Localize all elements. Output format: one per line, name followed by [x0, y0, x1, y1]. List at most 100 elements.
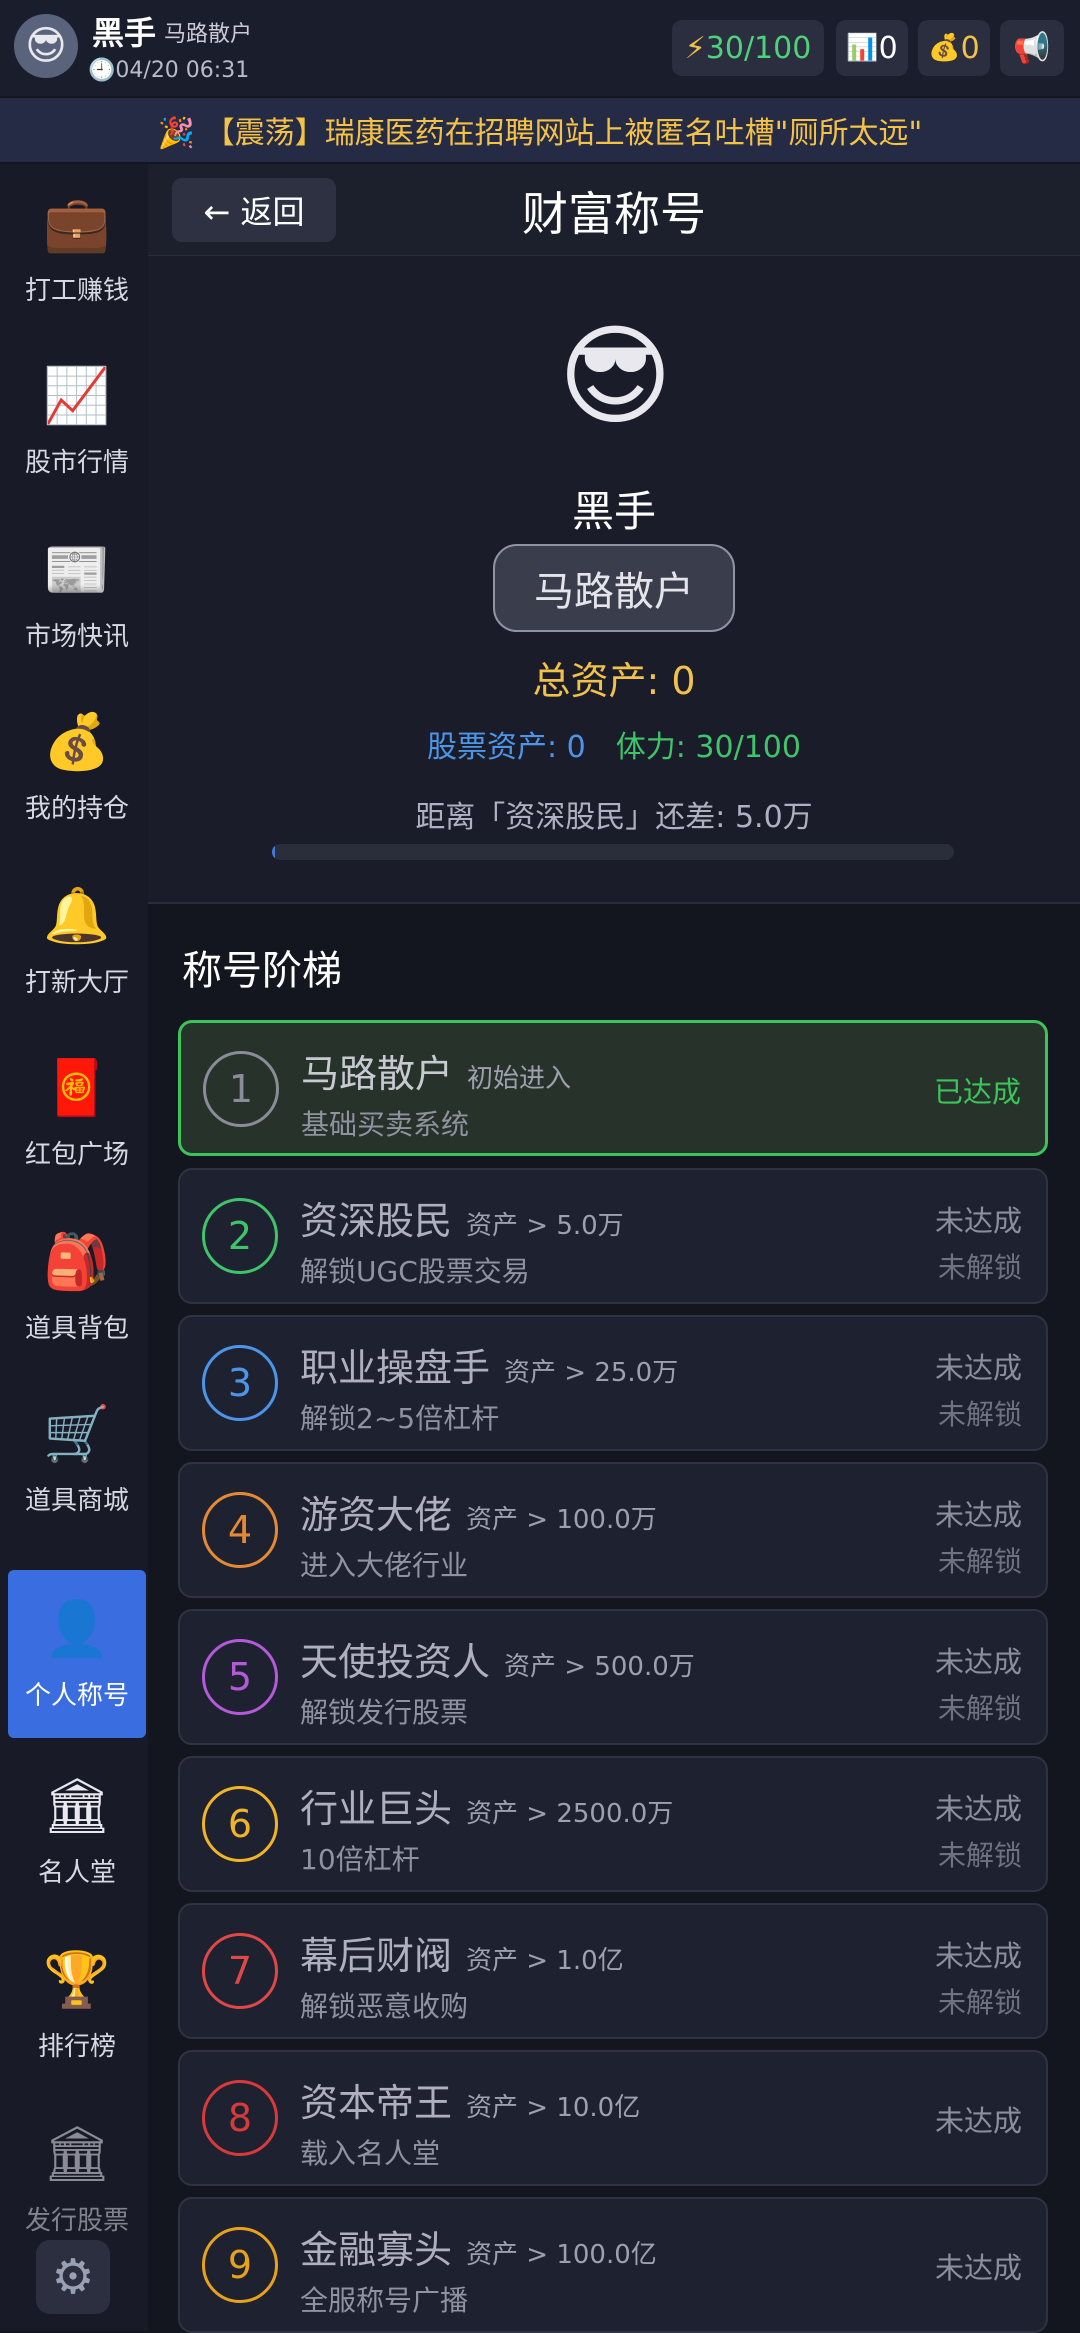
total-assets: 总资产: 0 — [532, 659, 696, 703]
gear-icon: ⚙ — [51, 2249, 95, 2305]
title-status: 未达成 — [934, 1939, 1022, 1973]
profile-card: 😎 黑手 马路散户 总资产: 0 股票资产: 0 体力: 30/100 距离「资深… — [148, 256, 1080, 904]
sidebar-item-label: 打工赚钱 — [24, 275, 129, 306]
rank-number: 1 — [203, 1051, 279, 1127]
title-status: 未达成 — [934, 1498, 1022, 1532]
progress-fill — [272, 844, 276, 860]
datetime: 🕘04/20 06:31 — [88, 58, 249, 83]
unlock-status: 未解锁 — [937, 1839, 1022, 1872]
title-name-text: 行业巨头 — [300, 1787, 453, 1831]
top-status-bar: 😎 黑手 马路散户 🕘04/20 06:31 ⚡ 30/100 📊 0 💰 0 📢 — [0, 0, 1080, 96]
sidebar-item-backpack[interactable]: 🎒 道具背包 — [8, 1202, 146, 1372]
main-panel: ← 返回 财富称号 😎 黑手 马路散户 总资产: 0 股票资产: 0 体力: 30… — [148, 164, 1080, 2333]
sidebar-item-red-envelope[interactable]: 🧧 红包广场 — [8, 1028, 146, 1198]
title-card[interactable]: 8 资本帝王 资产 > 10.0亿载入名人堂 未达成 — [178, 2050, 1048, 2186]
page-header: ← 返回 财富称号 — [148, 164, 1080, 256]
title-name: 资深股民 资产 > 5.0万 — [300, 1190, 624, 1245]
title-name-text: 马路散户 — [301, 1052, 454, 1096]
title-name-text: 天使投资人 — [300, 1640, 491, 1684]
announcement-button[interactable]: 📢 — [1000, 20, 1064, 76]
money-bag-icon: 💰 — [43, 709, 111, 773]
title-card[interactable]: 3 职业操盘手 资产 > 25.0万 解锁2~5倍杠杆 未达成 未解锁 — [178, 1315, 1048, 1451]
title-requirement: 资产 > 100.0万 — [466, 1505, 657, 1535]
title-name: 金融寡头 资产 > 100.0亿 — [300, 2219, 657, 2274]
energy-value: 30/100 — [705, 30, 812, 66]
trophy-icon: 🏆 — [43, 1947, 111, 2011]
stock-count: 0 — [878, 30, 898, 66]
title-badge: 马路散户 — [493, 544, 735, 632]
sunglasses-face-icon: 😎 — [558, 312, 673, 440]
title-description: 全服称号广播 — [300, 2284, 469, 2317]
title-status: 未达成 — [934, 1792, 1022, 1826]
bell-icon: 🔔 — [43, 883, 111, 947]
stock-assets: 股票资产: 0 — [427, 730, 586, 765]
bank-icon: 🏛 — [42, 1773, 112, 1837]
briefcase-icon: 💼 — [43, 191, 111, 255]
sidebar-item-shop[interactable]: 🛒 道具商城 — [8, 1374, 146, 1544]
title-name-text: 游资大佬 — [300, 1493, 453, 1537]
rank-number: 8 — [202, 2080, 278, 2156]
sidebar-item-hall-of-fame[interactable]: 🏛 名人堂 — [8, 1746, 146, 1916]
title-card[interactable]: 5 天使投资人 资产 > 500.0万 解锁发行股票 未达成 未解锁 — [178, 1609, 1048, 1745]
sidebar-item-holdings[interactable]: 💰 我的持仓 — [8, 682, 146, 852]
progress-bar — [272, 844, 954, 860]
sidebar-item-ipo[interactable]: 🔔 打新大厅 — [8, 856, 146, 1026]
unlock-status: 未解锁 — [937, 1692, 1022, 1725]
title-status: 已达成 — [933, 1075, 1021, 1109]
title-card[interactable]: 7 幕后财阀 资产 > 1.0亿解锁恶意收购 未达成未解锁 — [178, 1903, 1048, 2039]
sidebar-item-label: 个人称号 — [24, 1680, 129, 1711]
ladder-title: 称号阶梯 — [182, 948, 342, 994]
title-description: 基础买卖系统 — [301, 1108, 470, 1141]
sidebar-item-label: 道具背包 — [24, 1313, 129, 1344]
title-requirement: 资产 > 100.0亿 — [466, 2240, 657, 2270]
unlock-status: 未解锁 — [937, 1398, 1022, 1431]
title-name: 天使投资人 资产 > 500.0万 — [300, 1631, 695, 1686]
title-description: 进入大佬行业 — [300, 1549, 469, 1582]
energy-pill[interactable]: ⚡ 30/100 — [672, 20, 824, 76]
title-name-text: 金融寡头 — [300, 2228, 453, 2272]
unlock-status: 未解锁 — [937, 1251, 1022, 1284]
title-name: 资本帝王 资产 > 10.0亿 — [300, 2072, 640, 2127]
rank-number: 5 — [202, 1639, 278, 1715]
title-card[interactable]: 2 资深股民 资产 > 5.0万解锁UGC股票交易 未达成未解锁 — [178, 1168, 1048, 1304]
sidebar-item-label: 道具商城 — [24, 1485, 129, 1516]
title-requirement: 资产 > 10.0亿 — [466, 2093, 641, 2123]
stock-pill[interactable]: 📊 0 — [836, 20, 908, 76]
sidebar-item-market[interactable]: 📈 股市行情 — [8, 336, 146, 506]
title-requirement: 资产 > 2500.0万 — [466, 1799, 674, 1829]
news-ticker[interactable]: 🎉 【震荡】瑞康医药在招聘网站上被匿名吐槽"厕所太远" — [0, 98, 1080, 162]
title-status: 未达成 — [934, 2104, 1022, 2138]
title-description: 解锁UGC股票交易 — [300, 1255, 530, 1288]
title-name: 马路散户 初始进入 — [301, 1043, 571, 1098]
sidebar-item-leaderboard[interactable]: 🏆 排行榜 — [8, 1920, 146, 2090]
clock-icon: 🕘 — [88, 58, 116, 83]
title-status: 未达成 — [934, 1204, 1022, 1238]
sidebar-item-label: 排行榜 — [37, 2031, 116, 2062]
title-card[interactable]: 6 行业巨头 资产 > 2500.0万 10倍杠杆 未达成 未解锁 — [178, 1756, 1048, 1892]
title-card[interactable]: 1 马路散户 初始进入基础买卖系统 已达成 — [178, 1020, 1048, 1156]
sidebar-item-label: 红包广场 — [24, 1139, 129, 1170]
title-name: 行业巨头 资产 > 2500.0万 — [300, 1778, 673, 1833]
coin-pill[interactable]: 💰 0 — [918, 20, 990, 76]
asset-details: 股票资产: 0 体力: 30/100 — [148, 722, 1080, 766]
rank-number: 3 — [202, 1345, 278, 1421]
unlock-status: 未解锁 — [937, 1986, 1022, 2019]
rank-number: 7 — [202, 1933, 278, 2009]
title-description: 载入名人堂 — [300, 2137, 441, 2170]
sidebar-item-news[interactable]: 📰 市场快讯 — [8, 510, 146, 680]
title-requirement: 初始进入 — [467, 1064, 572, 1094]
title-name: 职业操盘手 资产 > 25.0万 — [300, 1337, 678, 1392]
sidebar: 💼 打工赚钱 📈 股市行情 📰 市场快讯 💰 我的持仓 🔔 打新大厅 🧧 红包广场 🎒 道具背… — [0, 164, 148, 2331]
title-description: 解锁恶意收购 — [300, 1990, 469, 2023]
sidebar-item-work[interactable]: 💼 打工赚钱 — [8, 164, 146, 334]
title-name: 幕后财阀 资产 > 1.0亿 — [300, 1925, 624, 1980]
title-card[interactable]: 9 金融寡头 资产 > 100.0亿 全服称号广播 未达成 — [178, 2197, 1048, 2333]
sidebar-item-issue-stock[interactable]: 🏛 发行股票 — [8, 2094, 146, 2264]
settings-button[interactable]: ⚙ — [36, 2240, 110, 2314]
sidebar-item-title[interactable]: 👤 个人称号 — [8, 1570, 146, 1738]
lightning-icon: ⚡ — [684, 30, 706, 66]
avatar[interactable]: 😎 — [14, 14, 78, 78]
sidebar-item-label: 发行股票 — [24, 2205, 129, 2236]
title-card[interactable]: 4 游资大佬 资产 > 100.0万 进入大佬行业 未达成 未解锁 — [178, 1462, 1048, 1598]
rank-number: 2 — [202, 1198, 278, 1274]
